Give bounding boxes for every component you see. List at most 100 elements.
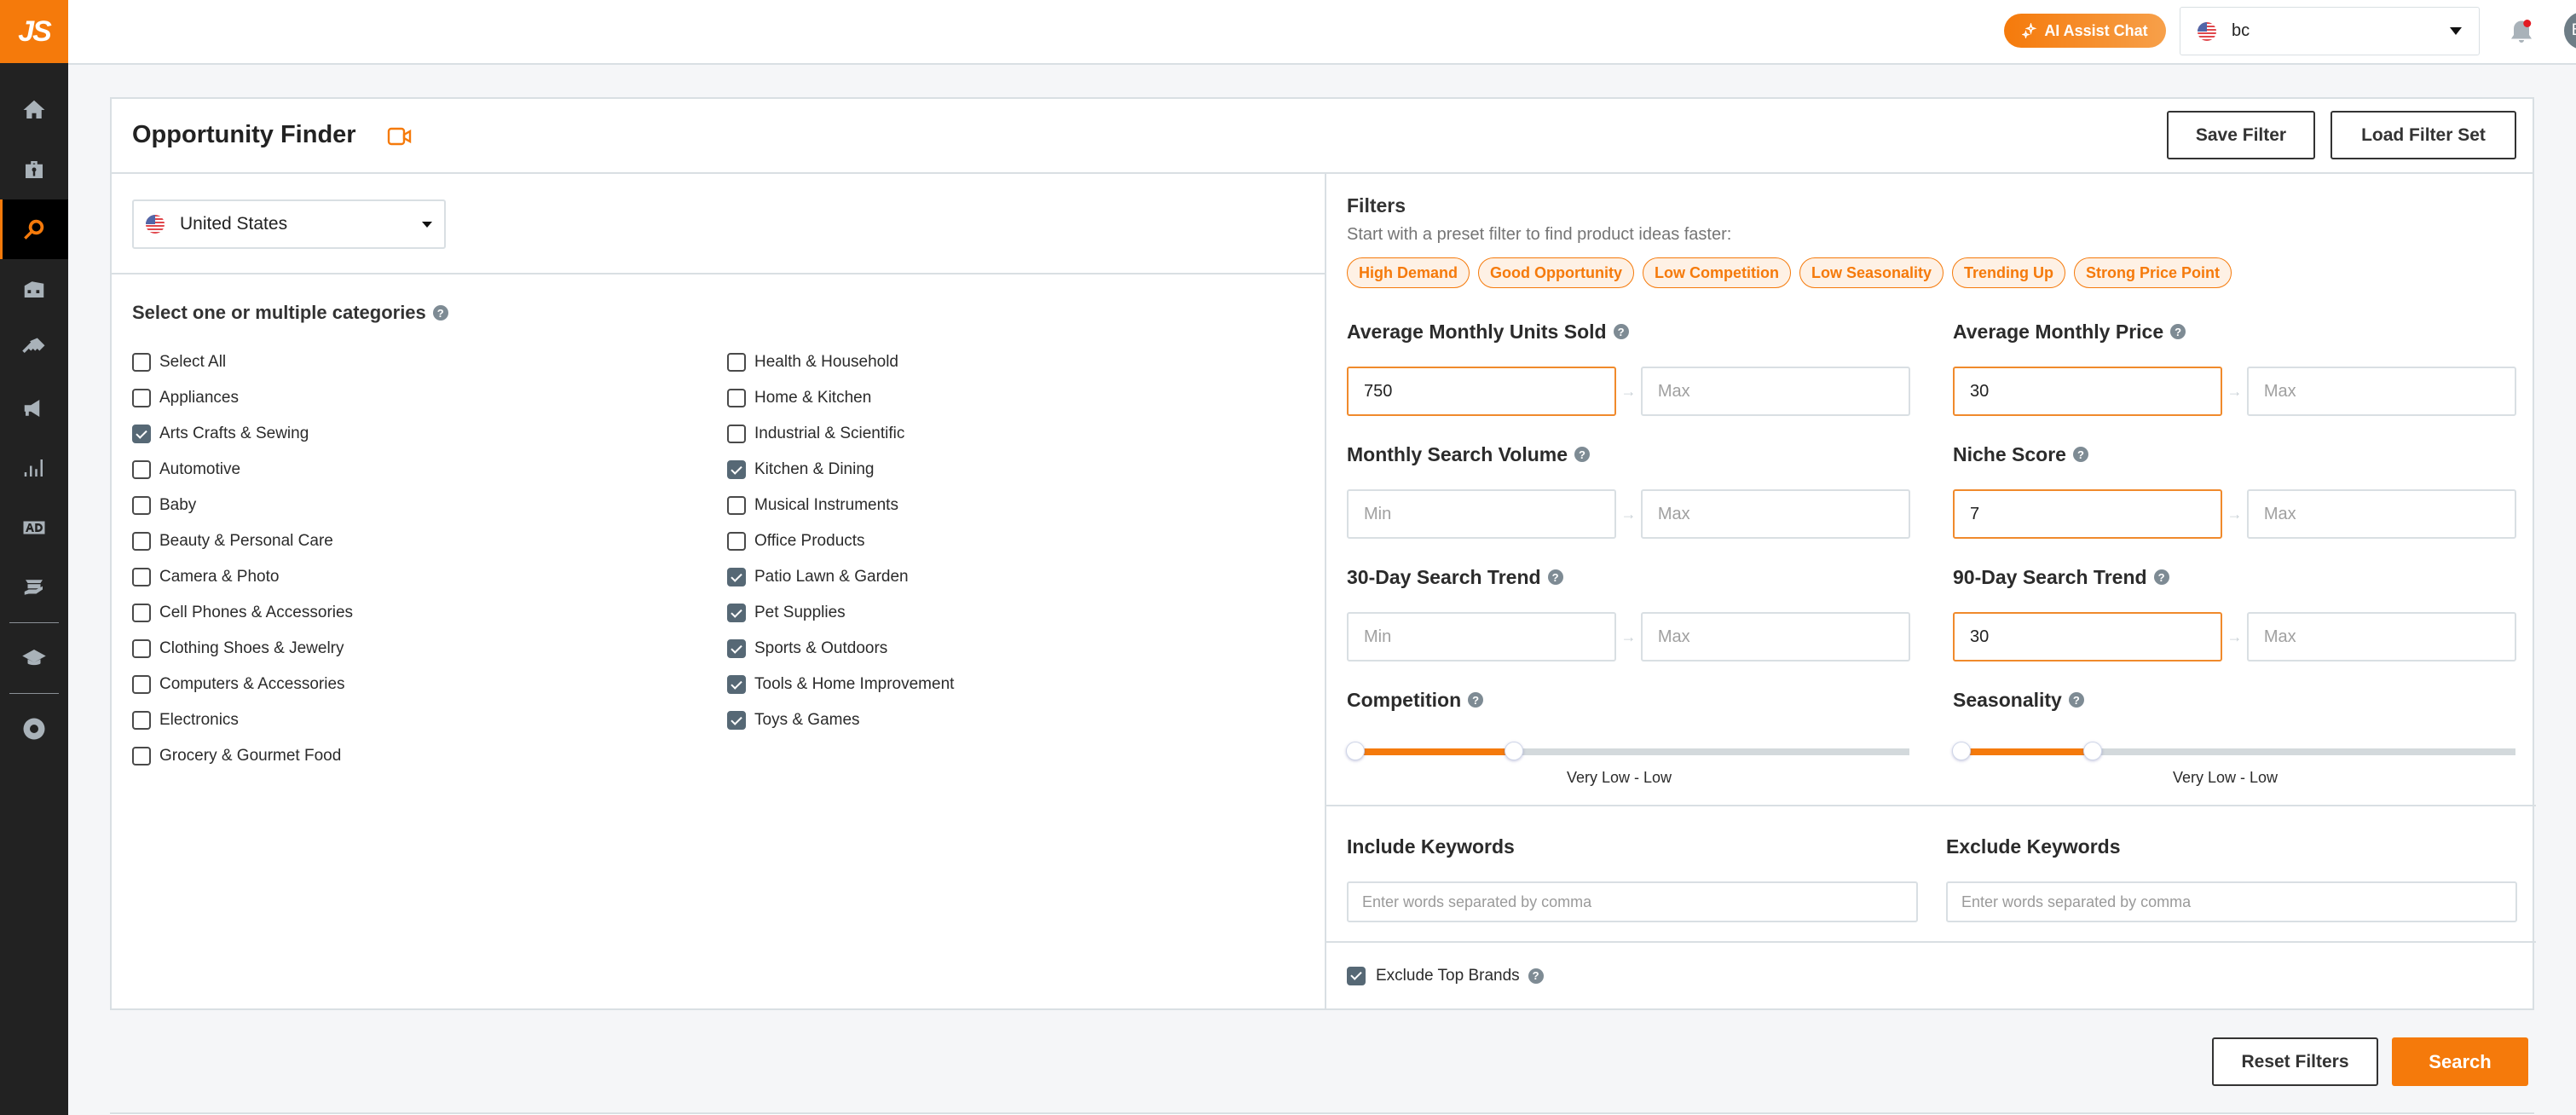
category-item[interactable]: Office Products (727, 523, 954, 559)
preset-filter-chip[interactable]: Low Seasonality (1799, 257, 1944, 288)
help-icon[interactable]: ? (2153, 569, 2169, 585)
category-checkbox[interactable] (727, 532, 746, 551)
category-item[interactable]: Computers & Accessories (132, 667, 353, 702)
category-checkbox[interactable] (132, 425, 151, 443)
category-checkbox[interactable] (132, 460, 151, 479)
category-item[interactable]: Cell Phones & Accessories (132, 595, 353, 631)
category-checkbox[interactable] (727, 425, 746, 443)
category-checkbox[interactable] (727, 568, 746, 586)
slider-max-handle[interactable] (2082, 742, 2102, 760)
units-sold-min-input[interactable] (1347, 367, 1617, 416)
category-checkbox[interactable] (727, 711, 746, 730)
sidebar-item-opportunity-finder[interactable] (0, 199, 68, 259)
category-item[interactable]: Arts Crafts & Sewing (132, 416, 353, 452)
sidebar-item-advertising[interactable] (0, 498, 68, 558)
category-checkbox[interactable] (727, 639, 746, 658)
category-item[interactable]: Home & Kitchen (727, 380, 954, 416)
category-item[interactable]: Patio Lawn & Garden (727, 559, 954, 595)
category-checkbox[interactable] (727, 389, 746, 407)
category-checkbox[interactable] (132, 604, 151, 622)
price-min-input[interactable] (1953, 367, 2223, 416)
category-checkbox[interactable] (727, 460, 746, 479)
category-item[interactable]: Toys & Games (727, 702, 954, 738)
help-icon[interactable]: ? (432, 305, 448, 321)
search-volume-max-input[interactable] (1640, 489, 1910, 539)
preset-filter-chip[interactable]: Strong Price Point (2074, 257, 2232, 288)
category-checkbox[interactable] (132, 568, 151, 586)
trend-30-min-input[interactable] (1347, 612, 1617, 661)
help-icon[interactable]: ? (1468, 692, 1484, 708)
trend-90-max-input[interactable] (2246, 612, 2516, 661)
niche-score-max-input[interactable] (2246, 489, 2516, 539)
category-checkbox[interactable] (132, 711, 151, 730)
search-button[interactable]: Search (2392, 1037, 2528, 1086)
category-checkbox[interactable] (132, 747, 151, 765)
reset-filters-button[interactable]: Reset Filters (2212, 1037, 2378, 1086)
notification-bell-icon[interactable] (2506, 17, 2537, 48)
preset-filter-chip[interactable]: High Demand (1347, 257, 1470, 288)
category-checkbox[interactable] (727, 353, 746, 372)
category-item[interactable]: Health & Household (727, 344, 954, 380)
app-logo[interactable]: JS (0, 0, 68, 63)
country-select[interactable]: United States (132, 199, 446, 249)
preset-filter-chip[interactable]: Good Opportunity (1478, 257, 1634, 288)
category-checkbox[interactable] (727, 496, 746, 515)
category-checkbox[interactable] (132, 639, 151, 658)
slider-min-handle[interactable] (1952, 742, 1971, 760)
sidebar-item-keywords[interactable] (0, 319, 68, 378)
category-item[interactable]: Automotive (132, 452, 353, 488)
exclude-top-brands-checkbox[interactable] (1347, 966, 1366, 985)
category-item[interactable]: Select All (132, 344, 353, 380)
slider-max-handle[interactable] (1504, 742, 1523, 760)
competition-slider[interactable] (1346, 742, 1909, 760)
category-checkbox[interactable] (727, 675, 746, 694)
category-item[interactable]: Baby (132, 488, 353, 523)
category-checkbox[interactable] (132, 675, 151, 694)
trend-90-min-input[interactable] (1953, 612, 2223, 661)
sidebar-item-extension[interactable] (0, 699, 68, 759)
category-item[interactable]: Clothing Shoes & Jewelry (132, 631, 353, 667)
category-item[interactable]: Industrial & Scientific (727, 416, 954, 452)
sidebar-item-marketing[interactable] (0, 378, 68, 438)
category-item[interactable]: Grocery & Gourmet Food (132, 738, 353, 774)
seasonality-slider[interactable] (1952, 742, 2515, 760)
include-keywords-input[interactable] (1347, 881, 1918, 922)
account-select[interactable]: bc (2180, 7, 2480, 55)
category-item[interactable]: Kitchen & Dining (727, 452, 954, 488)
category-checkbox[interactable] (132, 353, 151, 372)
category-item[interactable]: Tools & Home Improvement (727, 667, 954, 702)
sidebar-item-warehouse[interactable] (0, 259, 68, 319)
help-icon[interactable]: ? (2170, 324, 2186, 339)
ai-assist-chat-button[interactable]: AI Assist Chat (2004, 14, 2166, 48)
units-sold-max-input[interactable] (1640, 367, 1910, 416)
trend-30-max-input[interactable] (1640, 612, 1910, 661)
help-icon[interactable]: ? (2068, 692, 2084, 708)
exclude-keywords-input[interactable] (1946, 881, 2517, 922)
help-icon[interactable]: ? (1613, 324, 1629, 339)
video-tutorial-icon[interactable] (387, 126, 413, 147)
help-icon[interactable]: ? (2072, 447, 2088, 462)
sidebar-item-academy[interactable] (0, 628, 68, 688)
category-checkbox[interactable] (132, 496, 151, 515)
slider-min-handle[interactable] (1346, 742, 1365, 760)
sidebar-item-analytics[interactable] (0, 438, 68, 498)
category-item[interactable]: Beauty & Personal Care (132, 523, 353, 559)
load-filter-set-button[interactable]: Load Filter Set (2331, 111, 2516, 159)
sidebar-item-home[interactable] (0, 80, 68, 140)
category-item[interactable]: Appliances (132, 380, 353, 416)
sidebar-item-toolbox[interactable] (0, 140, 68, 199)
niche-score-min-input[interactable] (1953, 489, 2223, 539)
preset-filter-chip[interactable]: Trending Up (1952, 257, 2066, 288)
price-max-input[interactable] (2246, 367, 2516, 416)
sidebar-item-supplier[interactable] (0, 558, 68, 617)
save-filter-button[interactable]: Save Filter (2167, 111, 2315, 159)
search-volume-min-input[interactable] (1347, 489, 1617, 539)
help-icon[interactable]: ? (1574, 447, 1591, 462)
category-checkbox[interactable] (727, 604, 746, 622)
category-checkbox[interactable] (132, 532, 151, 551)
user-avatar[interactable]: BC (2564, 12, 2576, 49)
help-icon[interactable]: ? (1528, 968, 1544, 984)
preset-filter-chip[interactable]: Low Competition (1642, 257, 1791, 288)
category-item[interactable]: Electronics (132, 702, 353, 738)
category-item[interactable]: Sports & Outdoors (727, 631, 954, 667)
